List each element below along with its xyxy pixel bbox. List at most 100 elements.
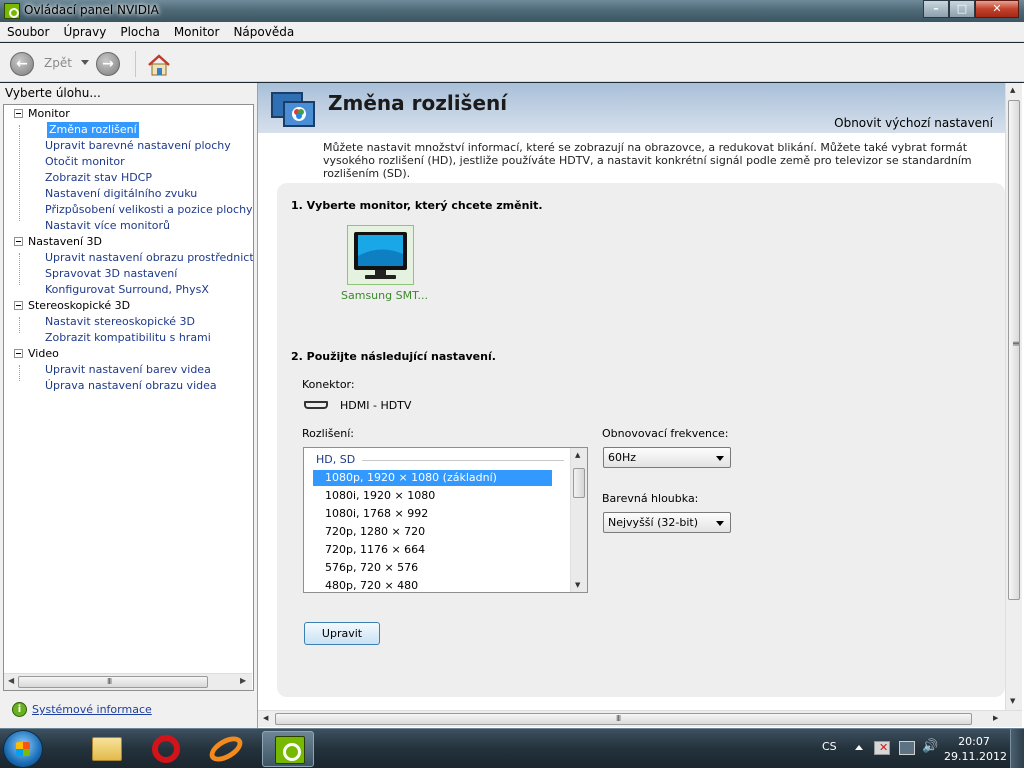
taskbar-nvidia[interactable]: [262, 731, 314, 767]
content-vertical-scrollbar[interactable]: ▲ III ▼: [1005, 83, 1022, 710]
scroll-left-arrow-icon[interactable]: ◀: [263, 714, 268, 722]
taskbar-explorer[interactable]: [80, 731, 132, 767]
tree-item-zmena-rozliseni[interactable]: Změna rozlišení: [47, 122, 139, 138]
tree-item-kompatibilita-hry[interactable]: Zobrazit kompatibilitu s hrami: [45, 330, 211, 346]
resolution-option[interactable]: 1080i, 1768 × 992: [313, 506, 552, 522]
tree-category-nastaveni-3d[interactable]: Nastavení 3D: [14, 234, 102, 250]
scroll-grip: III: [1011, 341, 1020, 346]
chevron-down-icon[interactable]: [716, 456, 724, 461]
resolution-label: Rozlišení:: [302, 427, 354, 440]
tree-item-barvy-videa[interactable]: Upravit nastavení barev videa: [45, 362, 211, 378]
content-horizontal-scrollbar[interactable]: ◀ III ▶: [258, 710, 1022, 727]
forward-button[interactable]: →: [96, 52, 120, 76]
taskbar: CS 🔊 20:07 29.11.2012: [0, 728, 1024, 768]
scroll-grip: III: [616, 714, 621, 723]
connector-label: Konektor:: [302, 378, 355, 391]
scroll-left-arrow-icon[interactable]: ◀: [8, 676, 14, 685]
resolution-option[interactable]: 720p, 1176 × 664: [313, 542, 552, 558]
start-button[interactable]: [3, 730, 43, 768]
back-label[interactable]: Zpět: [44, 56, 72, 70]
clock[interactable]: 20:07 29.11.2012: [944, 734, 1007, 764]
scrollbar-thumb[interactable]: III: [275, 713, 972, 725]
folder-icon: [92, 737, 122, 761]
collapse-icon[interactable]: [14, 109, 23, 118]
system-info-link[interactable]: Systémové informace: [32, 703, 152, 716]
back-history-dropdown-icon[interactable]: [81, 60, 89, 65]
tree-item-velikost-pozice[interactable]: Přizpůsobení velikosti a pozice plochy: [45, 202, 253, 218]
tree-item-obraz-nahled[interactable]: Upravit nastavení obrazu prostřednictvím…: [45, 250, 253, 266]
task-pane-label: Vyberte úlohu...: [5, 86, 101, 100]
show-hidden-icons-icon[interactable]: [855, 745, 863, 750]
resolution-option[interactable]: 1080i, 1920 × 1080: [313, 488, 552, 504]
nvidia-app-icon: [4, 3, 20, 19]
menu-plocha[interactable]: Plocha: [113, 22, 166, 42]
title-bar: Ovládací panel NVIDIA – □ ✕: [0, 0, 1024, 22]
scroll-up-arrow-icon[interactable]: ▲: [575, 451, 580, 459]
scroll-down-arrow-icon[interactable]: ▼: [575, 581, 580, 589]
collapse-icon[interactable]: [14, 301, 23, 310]
color-depth-select[interactable]: Nejvyšší (32-bit): [603, 512, 731, 533]
monitor-name[interactable]: Samsung SMT...: [341, 289, 428, 302]
color-depth-value: Nejvyšší (32-bit): [608, 516, 698, 529]
show-desktop-button[interactable]: [1010, 729, 1024, 768]
connector-value: HDMI - HDTV: [340, 399, 412, 412]
tree-item-vice-monitoru[interactable]: Nastavit více monitorů: [45, 218, 170, 234]
network-icon[interactable]: [899, 741, 915, 755]
minimize-button[interactable]: –: [923, 0, 949, 18]
menu-napoveda[interactable]: Nápověda: [226, 22, 301, 42]
restore-defaults-link[interactable]: Obnovit výchozí nastavení: [834, 116, 993, 130]
tree-category-video[interactable]: Video: [14, 346, 59, 362]
refresh-rate-label: Obnovovací frekvence:: [602, 427, 729, 440]
resolution-option[interactable]: 1080p, 1920 × 1080 (základní): [313, 470, 552, 486]
home-icon[interactable]: [146, 53, 172, 77]
menu-upravy[interactable]: Úpravy: [56, 22, 113, 42]
resolution-list[interactable]: HD, SD 1080p, 1920 × 1080 (základní) 108…: [303, 447, 588, 593]
menu-monitor[interactable]: Monitor: [167, 22, 227, 42]
tree-item-otocit-monitor[interactable]: Otočit monitor: [45, 154, 125, 170]
tree-item-nastavit-stereo[interactable]: Nastavit stereoskopické 3D: [45, 314, 195, 330]
page-title: Změna rozlišení: [328, 91, 508, 115]
display-resolution-icon: [271, 92, 315, 127]
section-apply-settings-title: 2. Použijte následující nastavení.: [291, 350, 496, 363]
color-depth-label: Barevná hloubka:: [602, 492, 699, 505]
tree-item-surround-physx[interactable]: Konfigurovat Surround, PhysX: [45, 282, 209, 298]
scroll-right-arrow-icon[interactable]: ▶: [993, 714, 998, 722]
tree-item-stav-hdcp[interactable]: Zobrazit stav HDCP: [45, 170, 152, 186]
menu-soubor[interactable]: Soubor: [0, 22, 56, 42]
maximize-button[interactable]: □: [949, 0, 975, 18]
scrollbar-thumb[interactable]: III: [1008, 100, 1020, 600]
resolution-list-scrollbar[interactable]: ▲ ▼: [570, 448, 587, 592]
tree-horizontal-scrollbar[interactable]: ◀ III ▶: [4, 673, 252, 690]
language-indicator[interactable]: CS: [822, 740, 837, 753]
apply-button[interactable]: Upravit: [304, 622, 380, 645]
resolution-option[interactable]: 720p, 1280 × 720: [313, 524, 552, 540]
taskbar-ring-app[interactable]: [200, 731, 252, 767]
scrollbar-thumb[interactable]: III: [18, 676, 208, 688]
tree-category-monitor[interactable]: Monitor: [14, 106, 70, 122]
resolution-option[interactable]: 576p, 720 × 576: [313, 560, 552, 576]
collapse-icon[interactable]: [14, 237, 23, 246]
tree-category-stereoskopicke-3d[interactable]: Stereoskopické 3D: [14, 298, 130, 314]
tree-item-spravovat-3d[interactable]: Spravovat 3D nastavení: [45, 266, 177, 282]
scroll-right-arrow-icon[interactable]: ▶: [240, 676, 246, 685]
task-tree[interactable]: Monitor Změna rozlišení Upravit barevné …: [3, 104, 254, 691]
chevron-down-icon[interactable]: [716, 521, 724, 526]
volume-icon[interactable]: 🔊: [922, 739, 938, 754]
collapse-icon[interactable]: [14, 349, 23, 358]
back-button[interactable]: ←: [10, 52, 34, 76]
taskbar-opera[interactable]: [140, 731, 192, 767]
system-info: i Systémové informace: [12, 702, 152, 717]
scroll-up-arrow-icon[interactable]: ▲: [1010, 86, 1015, 94]
section-select-monitor-title: 1. Vyberte monitor, který chcete změnit.: [291, 199, 543, 212]
monitor-tile[interactable]: [347, 225, 414, 285]
tree-item-barevne-nastaveni[interactable]: Upravit barevné nastavení plochy: [45, 138, 231, 154]
refresh-rate-select[interactable]: 60Hz: [603, 447, 731, 468]
scroll-down-arrow-icon[interactable]: ▼: [1010, 697, 1015, 705]
action-center-flag-icon[interactable]: [874, 741, 890, 755]
resolution-option[interactable]: 480p, 720 × 480: [313, 578, 552, 592]
scrollbar-thumb[interactable]: [573, 468, 585, 498]
menu-bar: Soubor Úpravy Plocha Monitor Nápověda: [0, 22, 1024, 42]
tree-item-obraz-videa[interactable]: Úprava nastavení obrazu videa: [45, 378, 217, 394]
tree-item-digitalni-zvuk[interactable]: Nastavení digitálního zvuku: [45, 186, 197, 202]
close-button[interactable]: ✕: [975, 0, 1019, 18]
